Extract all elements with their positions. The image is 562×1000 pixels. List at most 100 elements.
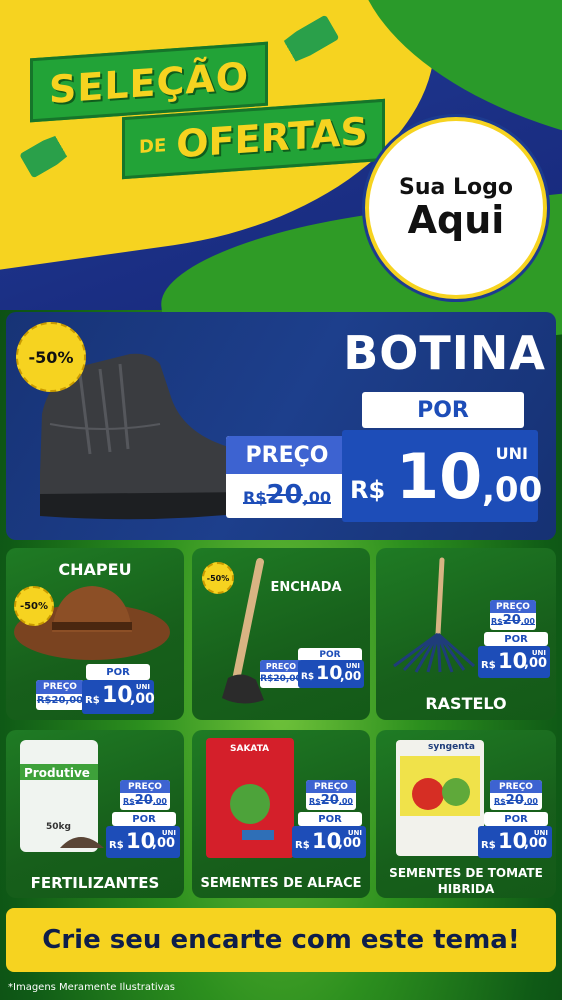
new-price-box: UNI R$ 10 ,00 (82, 680, 155, 714)
preco-label: PREÇO (490, 780, 542, 793)
preco-label-text: PREÇO (314, 781, 348, 792)
old-price-currency: R$ (309, 797, 321, 806)
title-text-ofertas: OFERTAS (176, 109, 368, 167)
old-price: R$20,00 (490, 613, 536, 628)
por-label: POR (318, 813, 342, 825)
por-label-box: POR (86, 664, 150, 680)
logo-text-line1: Sua Logo (398, 174, 513, 200)
old-price-box: PREÇO R$20,00 (120, 780, 170, 810)
offer-card-fertilizantes: Produtive 50kg PREÇO R$20,00 POR UNI R$ … (6, 730, 184, 898)
title-text-de: DE (139, 134, 167, 158)
por-label: POR (132, 813, 156, 825)
old-price-cents: ,00 (152, 797, 167, 806)
offer-card-sementes-alface: SAKATA PREÇO R$20,00 POR UNI R$ 10 ,00 S… (192, 730, 370, 898)
old-price-int: 20 (502, 613, 521, 628)
old-price-box: PREÇO R$20,00 (306, 780, 356, 810)
offer-card-chapeu: CHAPEU -50% POR PREÇO R$20,00 UNI R$ 10 … (6, 548, 184, 720)
old-price-int: 20 (266, 480, 303, 510)
price-int: 10 (498, 829, 528, 853)
old-price-cents: ,00 (523, 797, 538, 806)
logo-placeholder: Sua Logo Aqui (365, 117, 547, 299)
old-price: R$20,00 (260, 674, 302, 684)
discount-badge: -50% (16, 322, 86, 392)
preco-label: PREÇO (260, 660, 302, 672)
discount-badge: -50% (202, 562, 234, 594)
old-price-currency: R$ (243, 488, 267, 507)
discount-badge: -50% (14, 586, 54, 626)
offer-card-enchada: ENCHADA -50% POR PREÇO R$20,00 UNI R$ 10… (192, 548, 370, 720)
card-title: FERTILIZANTES (30, 874, 160, 892)
card-title: RASTELO (425, 694, 507, 713)
price-currency: R$ (85, 695, 100, 706)
unit-label: UNI (495, 444, 528, 463)
price-currency: R$ (109, 840, 124, 851)
price-int: 10 (126, 829, 156, 853)
card-title-line2: HIBRIDA (437, 882, 495, 896)
card-title-line1: SEMENTES DE TOMATE (389, 866, 543, 880)
preco-label-text: PREÇO (245, 442, 329, 468)
old-price-int: 20 (134, 793, 153, 808)
cta-banner-text: Crie seu encarte com este tema! (42, 925, 520, 955)
old-price: R$20,00 (120, 793, 170, 808)
hero-product-name: BOTINA (343, 326, 546, 380)
discount-text: -50% (28, 347, 74, 367)
preco-label-text: PREÇO (496, 601, 530, 612)
preco-label: PREÇO (306, 780, 356, 793)
price-int: 10 (316, 662, 343, 684)
preco-label-text: PREÇO (265, 661, 297, 671)
offer-card-sementes-tomate: syngenta PREÇO R$20,00 POR UNI R$ 10 ,00… (376, 730, 556, 898)
por-label: POR (417, 397, 469, 423)
old-price: R$20,00 (306, 793, 356, 808)
old-price: R$20,00 (490, 793, 542, 808)
price-cents: ,00 (524, 656, 548, 671)
new-price-box: UNI R$ 10 ,00 (478, 646, 550, 678)
unit-label: UNI (135, 683, 150, 691)
footnote: *Imagens Meramente Ilustrativas (8, 982, 175, 993)
new-price-box: UNI R$ 10 ,00 (342, 430, 542, 522)
old-price-box: PREÇO R$20,00 (260, 660, 302, 688)
cta-banner[interactable]: Crie seu encarte com este tema! (6, 908, 556, 972)
por-label: POR (504, 813, 528, 825)
por-label: POR (106, 666, 130, 678)
new-price-box: UNI R$ 10 ,00 (106, 826, 180, 858)
preco-label-text: PREÇO (128, 781, 162, 792)
price-currency: R$ (301, 672, 315, 682)
price-cents: ,00 (482, 470, 543, 510)
old-price-int: 20 (320, 793, 339, 808)
price-int: 10 (312, 829, 342, 853)
hero-offer-card: -50% BOTINA POR PREÇO R$20,00 UNI R$ 10 … (6, 312, 556, 540)
price-int: 10 (396, 440, 483, 513)
old-price: R$20,00 (226, 480, 348, 510)
card-title: SEMENTES DE ALFACE (200, 876, 362, 891)
price-cents: ,00 (130, 691, 155, 707)
por-label-box: POR (298, 812, 362, 826)
price-int: 10 (498, 649, 528, 673)
old-price-cents: ,00 (338, 797, 353, 806)
title-text-selecao: SELEÇÃO (49, 54, 250, 112)
price-cents: ,00 (524, 836, 548, 851)
old-price-box: PREÇO R$20,00 (36, 680, 84, 710)
page-title: SELEÇÃO DE OFERTAS (22, 41, 385, 182)
offer-card-rastelo: PREÇO R$20,00 POR UNI R$ 10 ,00 RASTELO (376, 548, 556, 720)
old-price-cents: ,00 (520, 617, 535, 626)
price-cents: ,00 (152, 836, 176, 851)
preco-label-text: PREÇO (499, 781, 533, 792)
old-price-box: PREÇO R$20,00 (226, 436, 348, 518)
price-currency: R$ (481, 660, 496, 671)
discount-text: -50% (206, 573, 230, 583)
preco-label-text: PREÇO (43, 682, 77, 692)
por-label-box: POR (362, 392, 524, 428)
por-label-box: POR (112, 812, 176, 826)
new-price-box: UNI R$ 10 ,00 (298, 660, 364, 688)
por-label: POR (504, 633, 528, 645)
price-currency: R$ (481, 840, 496, 851)
por-label-box: POR (484, 632, 548, 646)
pack-brand-text: SAKATA (230, 744, 270, 754)
preco-label: PREÇO (36, 680, 84, 694)
old-price-currency: R$ (123, 797, 135, 806)
price-currency: R$ (350, 476, 386, 504)
price-cents: ,00 (340, 669, 362, 683)
new-price-box: UNI R$ 10 ,00 (478, 826, 552, 858)
old-price-currency: R$ (494, 797, 506, 806)
price-currency: R$ (295, 840, 310, 851)
